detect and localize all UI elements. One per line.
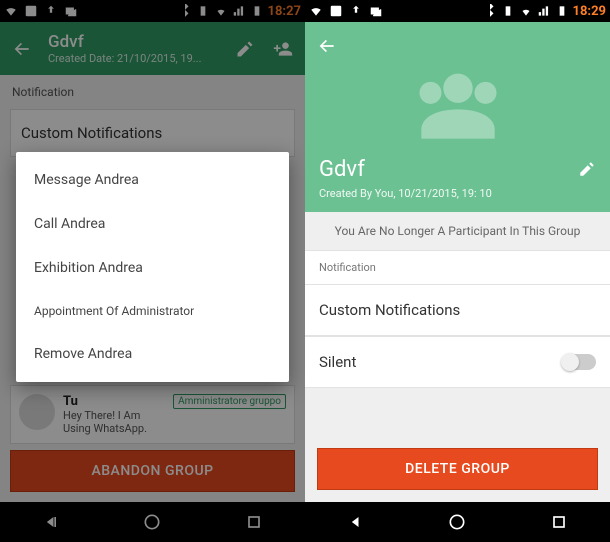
menu-remove[interactable]: Remove Andrea bbox=[16, 332, 289, 376]
back-button[interactable] bbox=[317, 36, 337, 60]
notification-label: Notification bbox=[305, 250, 610, 284]
upload-icon bbox=[349, 4, 363, 18]
delete-group-button[interactable]: DELETE GROUP bbox=[317, 448, 598, 490]
battery-icon bbox=[555, 4, 569, 18]
back-icon bbox=[317, 36, 337, 56]
group-subtitle: Created By You, 10/21/2015, 19: 10 bbox=[319, 187, 492, 200]
nav-home-icon[interactable] bbox=[447, 512, 467, 532]
group-title: Gdvf bbox=[319, 157, 365, 182]
content-area: You Are No Longer A Participant In This … bbox=[305, 212, 610, 502]
phone-right: 18:29 Gdvf Created By You, 10/21/2015, 1… bbox=[305, 0, 610, 542]
menu-call[interactable]: Call Andrea bbox=[16, 202, 289, 246]
wifi-small-icon bbox=[519, 4, 533, 18]
phone-left: 18:27 Gdvf Created Date: 21/10/2015, 19.… bbox=[0, 0, 305, 542]
silent-toggle[interactable] bbox=[562, 354, 596, 370]
image-icon bbox=[329, 4, 343, 18]
nav-recent-icon[interactable] bbox=[549, 512, 569, 532]
statusbar: 18:29 bbox=[305, 0, 610, 22]
group-header: Gdvf Created By You, 10/21/2015, 19: 10 bbox=[305, 22, 610, 212]
edit-button[interactable] bbox=[578, 160, 596, 182]
menu-exhibition[interactable]: Exhibition Andrea bbox=[16, 246, 289, 290]
clock: 18:29 bbox=[573, 4, 607, 19]
group-avatar-icon bbox=[403, 62, 513, 146]
nav-back-icon[interactable] bbox=[346, 512, 366, 532]
participant-notice: You Are No Longer A Participant In This … bbox=[305, 212, 610, 250]
stack-icon bbox=[369, 4, 383, 18]
silent-row[interactable]: Silent bbox=[305, 336, 610, 388]
menu-message[interactable]: Message Andrea bbox=[16, 158, 289, 202]
wifi-icon bbox=[309, 4, 323, 18]
edit-icon bbox=[578, 160, 596, 178]
custom-notifications-row[interactable]: Custom Notifications bbox=[305, 284, 610, 336]
nav-bar bbox=[305, 502, 610, 542]
silent-label: Silent bbox=[319, 353, 356, 371]
context-menu: Message Andrea Call Andrea Exhibition An… bbox=[16, 152, 289, 382]
signal-icon bbox=[537, 4, 551, 18]
vibrate-icon bbox=[501, 4, 515, 18]
bluetooth-icon bbox=[483, 4, 497, 18]
menu-admin[interactable]: Appointment Of Administrator bbox=[16, 290, 289, 332]
